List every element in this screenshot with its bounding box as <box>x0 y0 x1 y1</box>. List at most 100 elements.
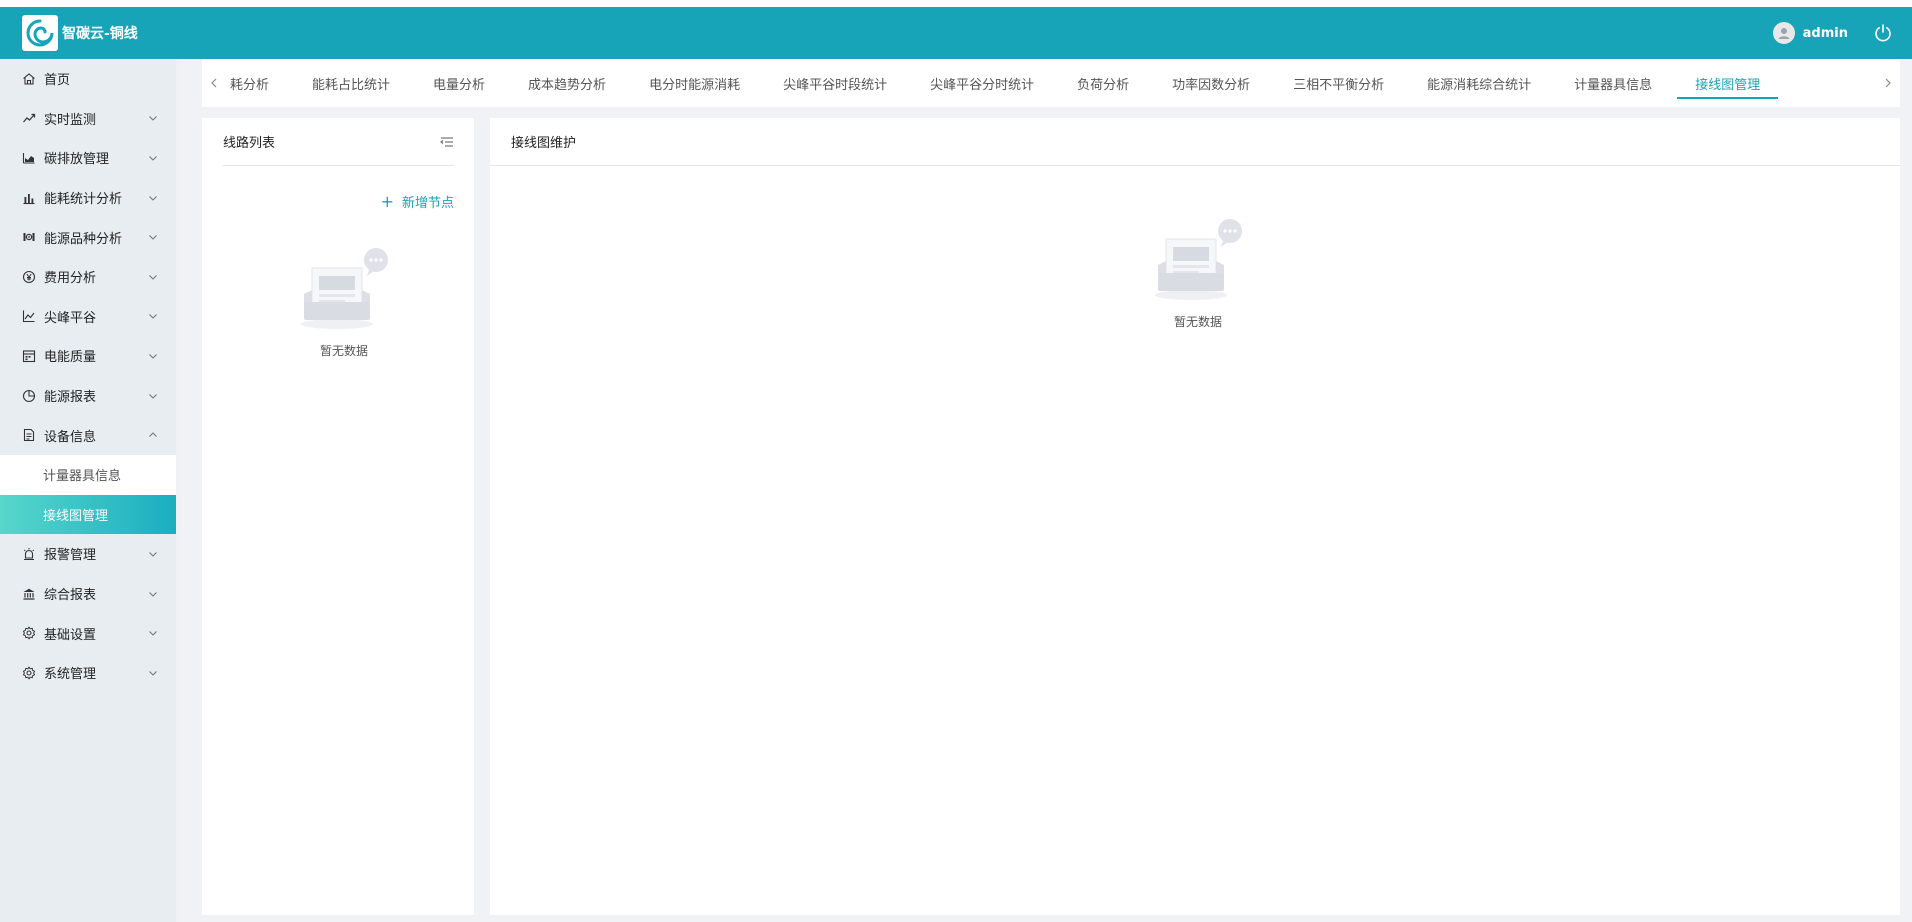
tab-list: 耗分析 能耗占比统计 电量分析 成本趋势分析 电分时能源消耗 尖峰平谷时段统计 尖峰平谷分时… <box>226 59 1876 107</box>
tab-scroll-left-button[interactable] <box>202 59 226 107</box>
tab-item[interactable]: 耗分析 <box>230 59 269 107</box>
empty-inbox-icon <box>1155 219 1242 300</box>
chevron-down-icon <box>148 628 158 638</box>
tab-label: 三相不平衡分析 <box>1293 77 1385 93</box>
tab-item[interactable]: 接线图管理 <box>1677 59 1779 107</box>
energy-icon <box>22 230 36 244</box>
tab-scroll-right-button[interactable] <box>1876 59 1900 107</box>
user-area: admin <box>1772 22 1894 44</box>
sidebar-subitem-label: 计量器具信息 <box>43 469 122 485</box>
tab-label: 耗分析 <box>230 77 270 93</box>
tab-item[interactable]: 负荷分析 <box>1077 59 1129 107</box>
tab-item[interactable]: 电分时能源消耗 <box>649 59 740 107</box>
line-list-empty-state: 暂无数据 <box>299 246 389 359</box>
add-node-button[interactable]: + 新增节点 <box>381 192 454 211</box>
power-icon <box>1875 24 1891 42</box>
logo-icon <box>22 15 58 51</box>
sidebar-item-label: 尖峰平谷 <box>44 310 97 326</box>
sidebar-item-energy[interactable]: 能源品种分析 <box>0 217 176 257</box>
chevron-left-icon <box>211 78 217 88</box>
wiring-diagram-panel: 接线图维护 暂无数据 <box>490 118 1900 915</box>
tab-item[interactable]: 功率因数分析 <box>1172 59 1250 107</box>
sidebar-item-label: 实时监测 <box>44 112 97 128</box>
sidebar-item-line-chart[interactable]: 尖峰平谷 <box>0 297 176 337</box>
tab-bar: 耗分析 能耗占比统计 电量分析 成本趋势分析 电分时能源消耗 尖峰平谷时段统计 尖峰平谷分时… <box>202 59 1900 107</box>
alarm-icon <box>22 547 36 561</box>
tab-item[interactable]: 能耗占比统计 <box>312 59 390 107</box>
calendar-icon <box>22 349 36 363</box>
sidebar-item-yen[interactable]: 费用分析 <box>0 257 176 297</box>
username[interactable]: admin <box>1803 26 1848 41</box>
wiring-diagram-title: 接线图维护 <box>511 136 577 151</box>
tab-item[interactable]: 能源消耗综合统计 <box>1427 59 1531 107</box>
sidebar-item-label: 电能质量 <box>44 350 97 366</box>
sidebar-item-label: 能源品种分析 <box>44 231 123 247</box>
wiring-diagram-empty-state: 暂无数据 <box>1153 217 1243 330</box>
sidebar-item-bar-chart[interactable]: 能耗统计分析 <box>0 178 176 218</box>
tab-item[interactable]: 尖峰平谷时段统计 <box>783 59 887 107</box>
tab-label: 负荷分析 <box>1077 77 1130 93</box>
system-settings-icon <box>22 666 36 680</box>
sidebar-subitem-label: 接线图管理 <box>43 508 109 524</box>
tab-label: 尖峰平谷分时统计 <box>930 77 1035 93</box>
sidebar-item-bank[interactable]: 综合报表 <box>0 574 176 614</box>
tab-item[interactable]: 三相不平衡分析 <box>1293 59 1384 107</box>
line-list-header: 线路列表 <box>223 118 454 166</box>
home-icon <box>22 72 36 86</box>
chevron-right-icon <box>1885 78 1891 88</box>
chevron-down-icon <box>148 589 158 599</box>
trend-line-icon <box>22 111 36 125</box>
top-bar: 智碳云-铜线 admin <box>0 0 1912 59</box>
chevron-down-icon <box>148 391 158 401</box>
sidebar-item-area-chart[interactable]: 碳排放管理 <box>0 138 176 178</box>
sidebar-item-label: 费用分析 <box>44 271 97 287</box>
sidebar-item-label: 基础设置 <box>44 627 97 643</box>
area-chart-icon <box>22 151 36 165</box>
sidebar-item-alarm[interactable]: 报警管理 <box>0 534 176 574</box>
tab-label: 接线图管理 <box>1695 77 1761 93</box>
pie-chart-icon <box>22 389 36 403</box>
sidebar-item-label: 首页 <box>44 73 71 89</box>
logo[interactable]: 智碳云-铜线 <box>22 15 138 51</box>
sidebar-item-document[interactable]: 设备信息 <box>0 415 176 455</box>
tab-label: 成本趋势分析 <box>528 77 607 93</box>
logout-button[interactable] <box>1872 22 1894 44</box>
sidebar-item-label: 综合报表 <box>44 588 97 604</box>
chevron-up-icon <box>148 430 158 440</box>
document-icon <box>22 428 36 442</box>
sidebar-item-label: 能耗统计分析 <box>44 192 123 208</box>
chevron-down-icon <box>148 351 158 361</box>
settings-icon <box>22 626 36 640</box>
app-title: 智碳云-铜线 <box>62 26 138 42</box>
sidebar-subitem[interactable]: 计量器具信息 <box>0 454 176 495</box>
tab-label: 能源消耗综合统计 <box>1427 77 1532 93</box>
sidebar-item-trend-line[interactable]: 实时监测 <box>0 99 176 139</box>
sidebar-item-label: 能源报表 <box>44 390 97 406</box>
tab-item[interactable]: 成本趋势分析 <box>528 59 606 107</box>
chevron-down-icon <box>148 193 158 203</box>
sidebar-item-label: 系统管理 <box>44 667 97 683</box>
tab-label: 计量器具信息 <box>1574 77 1653 93</box>
tab-item[interactable]: 计量器具信息 <box>1574 59 1652 107</box>
avatar[interactable] <box>1772 22 1795 44</box>
tab-item[interactable]: 尖峰平谷分时统计 <box>930 59 1034 107</box>
tab-label: 电分时能源消耗 <box>649 77 741 93</box>
tab-label: 电量分析 <box>433 77 486 93</box>
sidebar-subitem[interactable]: 接线图管理 <box>0 494 176 535</box>
line-list-title: 线路列表 <box>223 136 276 151</box>
sidebar-item-calendar[interactable]: 电能质量 <box>0 336 176 376</box>
sidebar-item-system-settings[interactable]: 系统管理 <box>0 653 176 693</box>
line-chart-icon <box>22 309 36 323</box>
chevron-down-icon <box>148 549 158 559</box>
line-list-panel: 线路列表 + 新增节点 暂无数据 <box>202 118 474 915</box>
empty-text: 暂无数据 <box>1173 315 1222 329</box>
sidebar-item-pie-chart[interactable]: 能源报表 <box>0 376 176 416</box>
sidebar-item-label: 碳排放管理 <box>44 152 110 168</box>
tab-item[interactable]: 电量分析 <box>433 59 485 107</box>
collapse-list-icon[interactable] <box>440 136 454 148</box>
sidebar-item-settings[interactable]: 基础设置 <box>0 613 176 653</box>
empty-inbox-icon <box>301 248 388 329</box>
sidebar: 首页实时监测碳排放管理能耗统计分析 能源品种分析 费用分析尖峰平谷电能质量能源报表设… <box>0 59 179 922</box>
add-node-label: 新增节点 <box>401 196 454 211</box>
sidebar-item-home[interactable]: 首页 <box>0 59 176 99</box>
